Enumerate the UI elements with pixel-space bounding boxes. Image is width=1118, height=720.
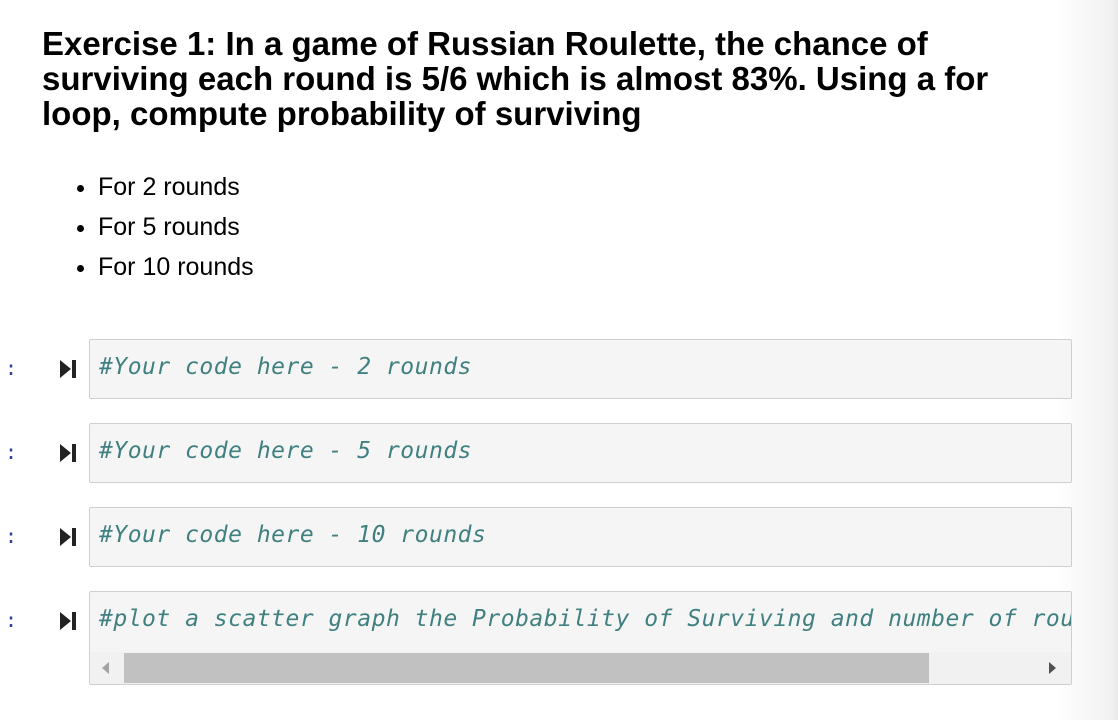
list-item: For 5 rounds [98, 207, 1042, 247]
list-item: For 10 rounds [98, 247, 1042, 287]
code-comment[interactable]: #Your code here - 10 rounds [99, 522, 486, 548]
code-input[interactable]: #plot a scatter graph the Probability of… [89, 591, 1072, 685]
window-scrollbar-track[interactable] [1114, 0, 1118, 720]
code-comment[interactable]: #Your code here - 2 rounds [99, 354, 472, 380]
list-item: For 2 rounds [98, 167, 1042, 207]
run-cell-icon[interactable] [59, 359, 77, 379]
input-prompt: : [5, 608, 18, 632]
markdown-cell: Exercise 1: In a game of Russian Roulett… [42, 26, 1042, 287]
code-cell-5-rounds[interactable]: : #Your code here - 5 rounds [0, 423, 1072, 483]
code-cell-2-rounds[interactable]: : #Your code here - 2 rounds [0, 339, 1072, 399]
input-prompt: : [5, 524, 18, 548]
input-prompt: : [5, 440, 18, 464]
run-cell-icon[interactable] [59, 611, 77, 631]
code-input[interactable]: #Your code here - 2 rounds [89, 339, 1072, 399]
code-cell-10-rounds[interactable]: : #Your code here - 10 rounds [0, 507, 1072, 567]
scrollbar-thumb[interactable] [124, 653, 929, 683]
code-comment[interactable]: #plot a scatter graph the Probability of… [99, 606, 1071, 632]
scroll-left-icon[interactable] [102, 662, 109, 674]
run-cell-icon[interactable] [59, 443, 77, 463]
run-cell-icon[interactable] [59, 527, 77, 547]
code-cell-scatter-plot[interactable]: : #plot a scatter graph the Probability … [0, 591, 1072, 686]
code-comment[interactable]: #Your code here - 5 rounds [99, 438, 472, 464]
code-input[interactable]: #Your code here - 10 rounds [89, 507, 1072, 567]
exercise-heading: Exercise 1: In a game of Russian Roulett… [42, 25, 989, 132]
code-input[interactable]: #Your code here - 5 rounds [89, 423, 1072, 483]
input-prompt: : [5, 356, 18, 380]
horizontal-scrollbar[interactable] [90, 652, 1071, 684]
rounds-list: For 2 rounds For 5 rounds For 10 rounds [42, 167, 1042, 287]
scroll-right-icon[interactable] [1049, 662, 1056, 674]
